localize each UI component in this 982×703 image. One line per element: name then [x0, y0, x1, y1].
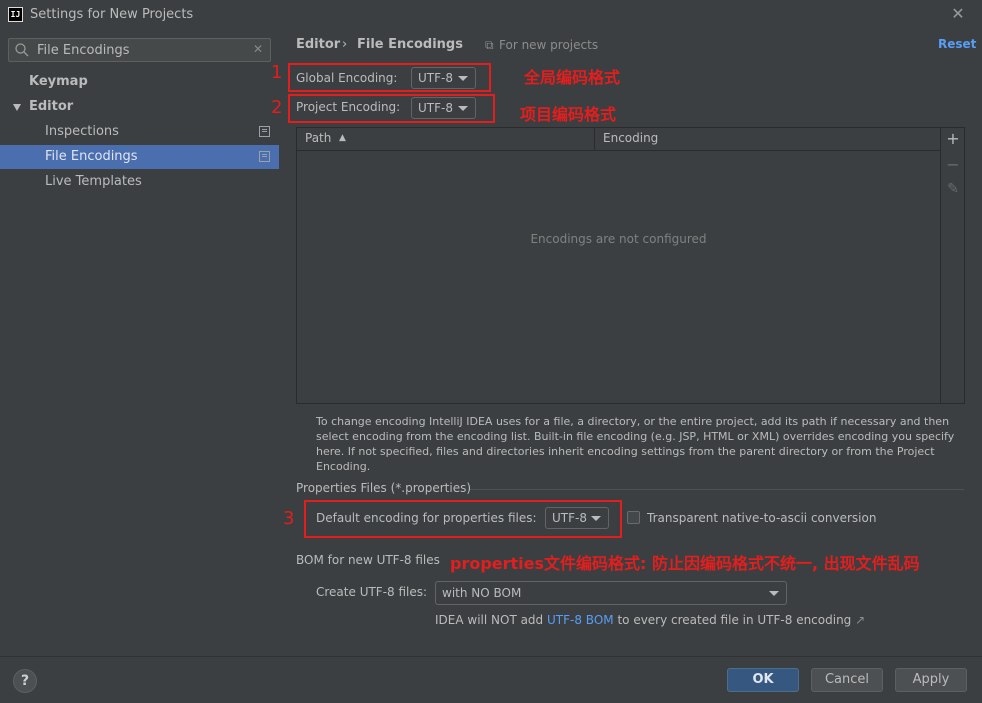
annotation-text: properties文件编码格式: 防止因编码格式不统一, 出现文件乱码	[450, 554, 920, 573]
window-title: Settings for New Projects	[30, 7, 194, 22]
sort-ascending-icon: ▲	[339, 133, 346, 143]
encodings-table[interactable]: Path ▲ Encoding Encodings are not config…	[296, 127, 941, 404]
project-encoding-select[interactable]: UTF-8	[411, 97, 476, 119]
transparent-conversion-checkbox[interactable]	[627, 511, 640, 524]
default-properties-encoding-value: UTF-8	[552, 511, 587, 525]
bom-note-suffix: to every created file in UTF-8 encoding	[617, 613, 852, 627]
create-utf8-value: with NO BOM	[442, 586, 522, 600]
annotation-marker: 3	[283, 508, 295, 529]
empty-table-text: Encodings are not configured	[530, 232, 707, 246]
sidebar-item-keymap[interactable]: Keymap	[0, 70, 279, 94]
title-bar: IJ Settings for New Projects ✕	[0, 0, 982, 30]
intellij-app-icon: IJ	[8, 7, 23, 22]
create-utf8-label: Create UTF-8 files:	[316, 585, 428, 599]
utf8-bom-link[interactable]: UTF-8 BOM	[547, 613, 614, 627]
table-toolbar: + − ✎	[941, 127, 965, 404]
project-scope-icon	[259, 126, 270, 137]
sidebar-item-label: Live Templates	[45, 174, 142, 189]
cancel-button[interactable]: Cancel	[811, 668, 883, 692]
chevron-down-icon	[458, 76, 468, 81]
annotation-marker: 2	[271, 97, 283, 118]
sidebar-item-label: Inspections	[45, 124, 119, 139]
reset-link[interactable]: Reset	[938, 37, 976, 51]
chevron-down-icon	[769, 591, 779, 596]
column-header-encoding[interactable]: Encoding	[603, 131, 658, 145]
breadcrumb-current: File Encodings	[357, 37, 463, 52]
search-input-value: File Encodings	[37, 43, 130, 58]
ok-button[interactable]: OK	[727, 668, 799, 692]
project-scope-icon	[259, 151, 270, 162]
default-properties-encoding-label: Default encoding for properties files:	[316, 511, 537, 525]
chevron-down-icon	[591, 516, 601, 521]
sidebar-item-inspections[interactable]: Inspections	[0, 120, 279, 144]
bom-note-prefix: IDEA will NOT add	[435, 613, 544, 627]
scope-note: For new projects	[499, 38, 599, 52]
section-title-properties: Properties Files (*.properties)	[296, 481, 472, 495]
apply-button[interactable]: Apply	[895, 668, 967, 692]
project-scope-icon: ⧉	[485, 38, 494, 52]
bom-note: IDEA will NOT add UTF-8 BOM to every cre…	[435, 613, 865, 627]
section-separator	[470, 489, 964, 490]
edit-icon[interactable]: ✎	[941, 181, 965, 197]
search-input[interactable]: File Encodings ✕	[8, 38, 271, 62]
add-icon[interactable]: +	[941, 129, 965, 148]
section-title-bom: BOM for new UTF-8 files	[296, 553, 440, 567]
annotation-text: 全局编码格式	[524, 68, 621, 87]
table-header: Path ▲ Encoding	[297, 128, 940, 151]
global-encoding-label: Global Encoding:	[296, 71, 398, 85]
sidebar-item-label: Editor	[29, 99, 74, 114]
external-link-icon: ↗	[855, 613, 866, 627]
create-utf8-select[interactable]: with NO BOM	[435, 581, 787, 605]
sidebar-item-label: Keymap	[29, 74, 88, 89]
sidebar-item-label: File Encodings	[45, 149, 138, 164]
project-encoding-value: UTF-8	[418, 101, 453, 115]
breadcrumb-parent[interactable]: Editor	[296, 37, 340, 52]
clear-search-icon[interactable]: ✕	[253, 42, 263, 56]
column-header-path[interactable]: Path	[305, 131, 331, 145]
sidebar-item-live-templates[interactable]: Live Templates	[0, 170, 279, 194]
help-button[interactable]: ?	[13, 669, 37, 693]
annotation-text: 项目编码格式	[520, 105, 617, 124]
global-encoding-select[interactable]: UTF-8	[411, 67, 476, 89]
sidebar-item-file-encodings[interactable]: File Encodings	[0, 145, 279, 169]
project-encoding-label: Project Encoding:	[296, 100, 401, 114]
sidebar-item-editor[interactable]: Editor	[0, 95, 279, 119]
help-text: To change encoding IntelliJ IDEA uses fo…	[316, 415, 955, 473]
expand-arrow-icon[interactable]	[13, 104, 21, 111]
default-properties-encoding-select[interactable]: UTF-8	[545, 507, 609, 529]
close-icon[interactable]: ✕	[948, 4, 968, 24]
search-icon	[15, 43, 29, 57]
breadcrumb-separator: ›	[342, 37, 348, 52]
global-encoding-value: UTF-8	[418, 71, 453, 85]
column-divider[interactable]	[594, 128, 595, 151]
transparent-conversion-label[interactable]: Transparent native-to-ascii conversion	[647, 511, 876, 525]
remove-icon[interactable]: −	[941, 155, 965, 174]
chevron-down-icon	[458, 106, 468, 111]
annotation-marker: 1	[271, 62, 283, 83]
